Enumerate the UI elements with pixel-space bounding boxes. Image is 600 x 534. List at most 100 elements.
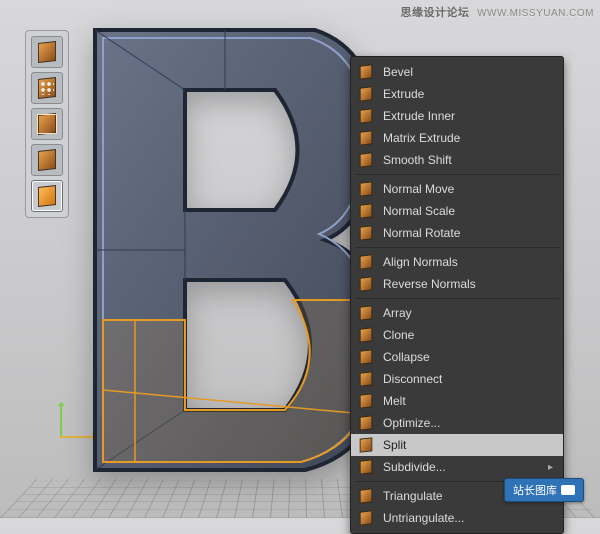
menu-item-label: Normal Move <box>383 182 454 196</box>
menu-item-label: Array <box>383 306 412 320</box>
menu-item-clone[interactable]: Clone <box>351 324 563 346</box>
normal-rotate-icon <box>357 224 375 242</box>
watermark-text: 思缘设计论坛 WWW.MISSYUAN.COM <box>401 4 594 20</box>
menu-item-label: Disconnect <box>383 372 442 386</box>
cube-icon <box>359 416 373 430</box>
normal-move-icon <box>357 180 375 198</box>
menu-item-label: Melt <box>383 394 406 408</box>
collapse-icon <box>357 348 375 366</box>
menu-item-collapse[interactable]: Collapse <box>351 346 563 368</box>
untriangulate-icon <box>357 509 375 527</box>
badge-text: 站长图库 <box>513 482 557 498</box>
extrude-icon <box>357 85 375 103</box>
cube-icon <box>359 350 373 364</box>
smooth-shift-icon <box>357 151 375 169</box>
menu-item-optimize-[interactable]: Optimize... <box>351 412 563 434</box>
menu-separator <box>355 298 559 299</box>
menu-item-label: Extrude Inner <box>383 109 455 123</box>
optimize-icon <box>357 414 375 432</box>
chevron-right-icon: ▸ <box>548 462 553 473</box>
menu-item-disconnect[interactable]: Disconnect <box>351 368 563 390</box>
cube-icon <box>359 306 373 320</box>
watermark-title: 思缘设计论坛 <box>401 7 470 19</box>
cube-icon <box>359 109 373 123</box>
cube-icon <box>359 204 373 218</box>
menu-item-smooth-shift[interactable]: Smooth Shift <box>351 149 563 171</box>
cube-face-icon <box>37 150 57 170</box>
menu-item-bevel[interactable]: Bevel <box>351 61 563 83</box>
menu-item-label: Extrude <box>383 87 424 101</box>
cube-icon <box>359 394 373 408</box>
cube-icon <box>359 438 373 452</box>
menu-item-label: Collapse <box>383 350 430 364</box>
menu-item-untriangulate-[interactable]: Untriangulate... <box>351 507 563 529</box>
edge-mode-button[interactable] <box>31 108 63 140</box>
melt-icon <box>357 392 375 410</box>
menu-item-subdivide-[interactable]: Subdivide... ▸ <box>351 456 563 478</box>
menu-item-extrude[interactable]: Extrude <box>351 83 563 105</box>
menu-item-matrix-extrude[interactable]: Matrix Extrude <box>351 127 563 149</box>
menu-item-align-normals[interactable]: Align Normals <box>351 251 563 273</box>
split-icon <box>357 436 375 454</box>
cube-icon <box>359 65 373 79</box>
matrix-extrude-icon <box>357 129 375 147</box>
menu-item-label: Triangulate <box>383 489 443 503</box>
cube-points-icon <box>37 78 57 98</box>
cube-icon <box>359 255 373 269</box>
menu-item-split[interactable]: Split <box>351 434 563 456</box>
menu-item-label: Normal Scale <box>383 204 455 218</box>
context-menu[interactable]: Bevel Extrude Extrude Inner Matrix Extrude S… <box>350 56 564 534</box>
menu-item-label: Align Normals <box>383 255 458 269</box>
footer-badge: 站长图库 <box>504 478 584 502</box>
menu-item-label: Normal Rotate <box>383 226 460 240</box>
cube-icon <box>359 328 373 342</box>
menu-item-label: Reverse Normals <box>383 277 476 291</box>
vertex-mode-button[interactable] <box>31 72 63 104</box>
extrude-inner-icon <box>357 107 375 125</box>
clone-icon <box>357 326 375 344</box>
cube-icon <box>359 511 373 525</box>
y-axis <box>60 404 62 438</box>
cube-icon <box>37 42 57 62</box>
item-mode-button[interactable] <box>31 36 63 68</box>
cube-icon <box>359 277 373 291</box>
menu-item-label: Matrix Extrude <box>383 131 460 145</box>
menu-item-reverse-normals[interactable]: Reverse Normals <box>351 273 563 295</box>
cube-icon <box>359 489 373 503</box>
cube-edges-icon <box>37 114 57 134</box>
cube-icon <box>359 182 373 196</box>
watermark-url: WWW.MISSYUAN.COM <box>477 8 594 19</box>
cube-icon <box>359 372 373 386</box>
align-normals-icon <box>357 253 375 271</box>
face-mode-button[interactable] <box>31 144 63 176</box>
normal-scale-icon <box>357 202 375 220</box>
menu-item-melt[interactable]: Melt <box>351 390 563 412</box>
cube-icon <box>359 226 373 240</box>
menu-item-label: Clone <box>383 328 414 342</box>
bevel-icon <box>357 63 375 81</box>
menu-item-label: Optimize... <box>383 416 440 430</box>
cube-icon <box>359 131 373 145</box>
menu-item-label: Subdivide... <box>383 460 446 474</box>
cube-top-icon <box>37 186 57 206</box>
menu-item-extrude-inner[interactable]: Extrude Inner <box>351 105 563 127</box>
cube-icon <box>359 87 373 101</box>
cube-icon <box>359 460 373 474</box>
reverse-normals-icon <box>357 275 375 293</box>
menu-item-label: Split <box>383 438 406 452</box>
menu-item-normal-scale[interactable]: Normal Scale <box>351 200 563 222</box>
polygon-mode-button[interactable] <box>31 180 63 212</box>
menu-item-label: Bevel <box>383 65 413 79</box>
menu-item-normal-rotate[interactable]: Normal Rotate <box>351 222 563 244</box>
mode-toolbar <box>25 30 69 218</box>
letter-b-mesh <box>75 20 395 480</box>
triangulate-icon <box>357 487 375 505</box>
viewport-object[interactable] <box>75 20 395 480</box>
subdivide-icon <box>357 458 375 476</box>
menu-item-label: Smooth Shift <box>383 153 452 167</box>
cube-icon <box>359 153 373 167</box>
disconnect-icon <box>357 370 375 388</box>
menu-item-array[interactable]: Array <box>351 302 563 324</box>
menu-item-normal-move[interactable]: Normal Move <box>351 178 563 200</box>
menu-separator <box>355 174 559 175</box>
